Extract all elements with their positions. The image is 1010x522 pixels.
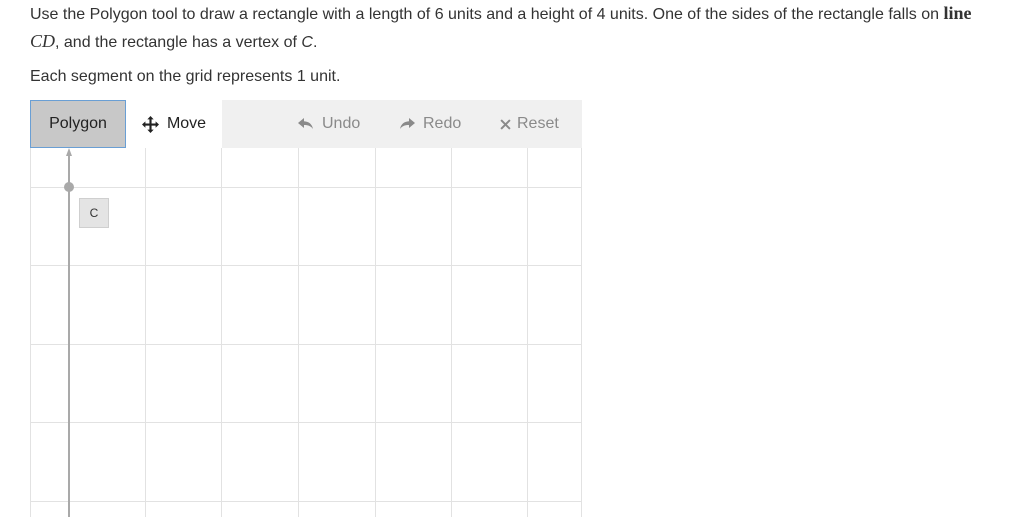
instructions-text-before: Use the Polygon tool to draw a rectangle… <box>30 6 944 23</box>
undo-button[interactable]: Undo <box>298 100 360 148</box>
instructions-text-end: . <box>312 34 318 51</box>
grid-unit-note: Each segment on the grid represents 1 un… <box>30 68 341 85</box>
question-instructions: Use the Polygon tool to draw a rectangle… <box>30 0 1005 56</box>
reset-button[interactable]: Reset <box>500 100 559 148</box>
move-tool-button[interactable]: Move <box>126 100 222 148</box>
polygon-tool-label: Polygon <box>49 115 107 132</box>
redo-button[interactable]: Redo <box>399 100 461 148</box>
undo-label: Undo <box>322 115 361 132</box>
redo-label: Redo <box>423 115 462 132</box>
x-icon <box>500 118 511 130</box>
reset-label: Reset <box>517 115 559 132</box>
instructions-text-middle: , and the rectangle has a vertex of <box>55 34 302 51</box>
polygon-tool-button[interactable]: Polygon <box>30 100 126 148</box>
graph-grid[interactable] <box>30 148 582 517</box>
move-arrows-icon <box>141 115 159 133</box>
graph-canvas[interactable] <box>30 148 582 517</box>
point-c <box>64 182 74 192</box>
move-tool-label: Move <box>166 115 207 132</box>
math-line-name: CD <box>30 31 56 51</box>
graph-toolbar: Polygon Move Undo Redo Reset <box>30 100 582 148</box>
redo-arrow-icon <box>399 117 415 131</box>
math-vertex-name: C <box>301 34 313 51</box>
point-c-label: C <box>79 198 109 228</box>
math-line-word: line <box>943 3 972 23</box>
undo-arrow-icon <box>298 117 314 131</box>
line-arrow-icon <box>66 148 72 156</box>
